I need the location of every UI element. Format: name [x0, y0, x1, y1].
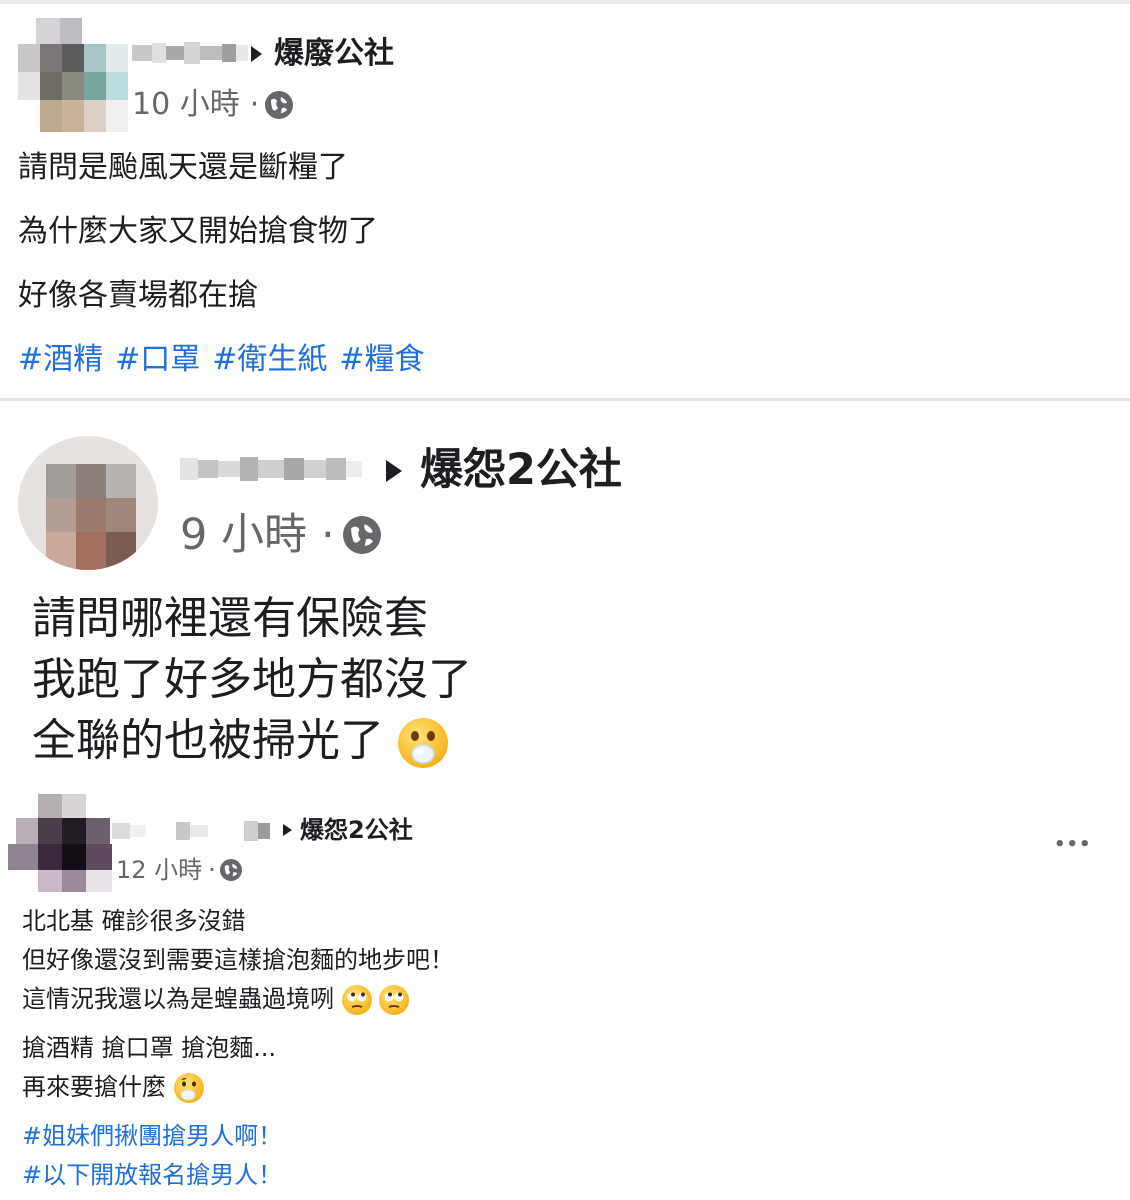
post-line: 請問是颱風天還是斷糧了: [18, 150, 348, 185]
post-body: 北北基 確診很多沒錯 但好像還沒到需要這樣搶泡麵的地步吧！ 這情況我還以為是蝗蟲…: [22, 902, 454, 1195]
triangle-right-icon: [283, 824, 292, 836]
globe-icon: [265, 91, 294, 119]
separator: ·: [249, 87, 260, 122]
post-1: 爆廢公社 10 小時 · 請問是颱風天還是斷糧了 為什麼大家又開始搶食物了 好像…: [0, 0, 1130, 400]
post-line: 再來要搶什麼: [22, 1068, 454, 1107]
group-name[interactable]: 爆廢公社: [274, 34, 394, 74]
hashtag-link[interactable]: #糧食: [339, 342, 424, 377]
avatar[interactable]: [18, 18, 128, 132]
post-meta: 9 小時 ·: [180, 508, 381, 562]
avatar[interactable]: [18, 436, 158, 570]
more-options-icon[interactable]: •••: [1054, 834, 1092, 855]
group-name[interactable]: 爆怨2公社: [300, 814, 413, 846]
post-line: 北北基 確診很多沒錯: [22, 907, 246, 935]
author-name-blurred[interactable]: [112, 816, 270, 846]
post-meta: 10 小時 ·: [132, 86, 294, 124]
post-line: 請問哪裡還有保險套: [32, 593, 428, 644]
post-time[interactable]: 12 小時: [116, 854, 202, 886]
post-line: 為什麼大家又開始搶食物了: [18, 214, 378, 249]
post-meta: 12 小時 ·: [116, 854, 242, 886]
post-line: 這情況我還以為是蝗蟲過境咧: [22, 980, 454, 1019]
post-3: 爆怨2公社 ••• 12 小時 · 北北基 確診很多沒錯 但好像還沒到需要這樣搶…: [0, 782, 1130, 1200]
post-line-text: 全聯的也被掃光了: [32, 715, 384, 766]
face-rolling-eyes-icon: [379, 985, 410, 1015]
author-name-blurred[interactable]: [132, 36, 248, 70]
post-2: 爆怨2公社 9 小時 · 請問哪裡還有保險套 我跑了好多地方都沒了 全聯的也被掃…: [0, 402, 1130, 782]
post-line: 我跑了好多地方都沒了: [32, 654, 472, 705]
post-line-text: 再來要搶什麼: [22, 1073, 166, 1101]
thinking-face-icon: [173, 1073, 204, 1103]
post-time[interactable]: 10 小時: [132, 86, 240, 124]
hashtag-link[interactable]: #以下開放報名搶男人！: [22, 1156, 454, 1195]
globe-icon: [219, 859, 242, 881]
post-line: 但好像還沒到需要這樣搶泡麵的地步吧！: [22, 946, 454, 974]
avatar[interactable]: [8, 794, 112, 892]
separator: ·: [321, 510, 335, 560]
face-exhaling-icon: [398, 718, 448, 768]
hashtag-row: #酒精 #口罩 #衛生紙 #糧食: [18, 338, 437, 388]
separator: ·: [208, 856, 216, 884]
hashtag-link[interactable]: #姐妹們揪團搶男人啊！: [22, 1117, 454, 1156]
post-time[interactable]: 9 小時: [180, 508, 307, 562]
group-name[interactable]: 爆怨2公社: [420, 442, 622, 498]
post-line: 全聯的也被掃光了: [32, 712, 472, 773]
post-body: 請問是颱風天還是斷糧了 為什麼大家又開始搶食物了 好像各賣場都在搶 #酒精 #口罩…: [18, 146, 437, 388]
post-divider: [0, 398, 1130, 401]
author-name-blurred[interactable]: [180, 444, 362, 494]
post-line: 搶酒精 搶口罩 搶泡麵...: [22, 1034, 277, 1062]
post-body: 請問哪裡還有保險套 我跑了好多地方都沒了 全聯的也被掃光了: [32, 590, 472, 773]
triangle-right-icon: [251, 46, 262, 62]
hashtag-link[interactable]: #口罩: [115, 342, 200, 377]
globe-icon: [342, 516, 381, 554]
hashtag-link[interactable]: #酒精: [18, 342, 103, 377]
post-line: 好像各賣場都在搶: [18, 278, 258, 313]
face-rolling-eyes-icon: [341, 985, 372, 1015]
post-line-text: 這情況我還以為是蝗蟲過境咧: [22, 985, 334, 1013]
triangle-right-icon: [386, 460, 402, 482]
hashtag-link[interactable]: #衛生紙: [212, 342, 327, 377]
